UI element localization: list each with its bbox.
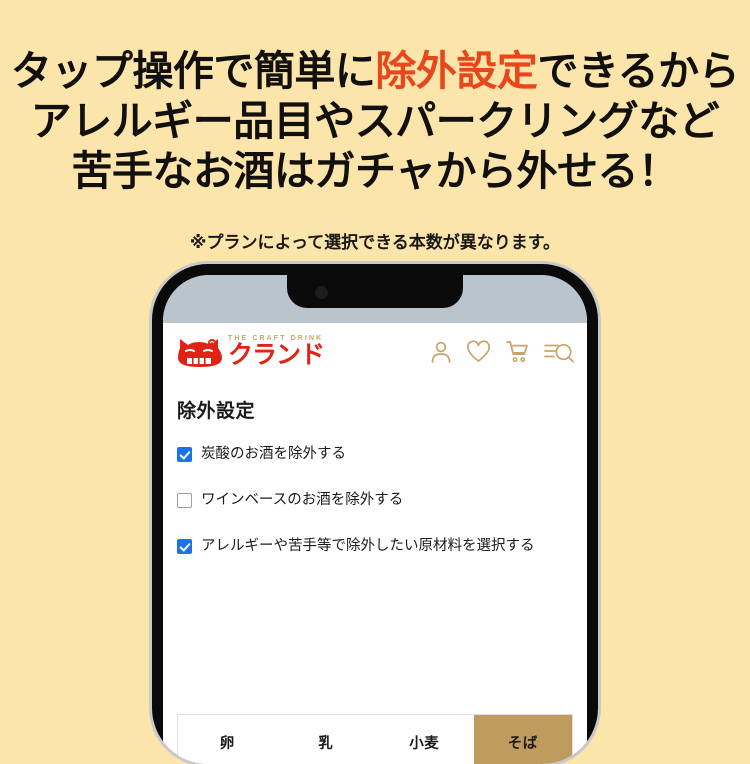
cart-icon[interactable]	[505, 340, 529, 364]
phone-screen: THE CRAFT DRINK クランド 除外設定 炭酸のお酒を除外する ワイン…	[163, 275, 587, 764]
allergen-cell-egg[interactable]: 卵	[178, 715, 277, 764]
menu-search-icon[interactable]	[543, 340, 575, 364]
brand-name: クランド	[228, 341, 325, 369]
front-camera-icon	[315, 286, 328, 299]
page-headline: タップ操作で簡単に除外設定できるから アレルギー品目やスパークリングなど 苦手な…	[0, 46, 750, 196]
checkbox-row-carbonated[interactable]: 炭酸のお酒を除外する	[177, 445, 573, 464]
account-icon[interactable]	[430, 340, 452, 364]
allergen-grid: 卵 乳 小麦 そば 落花生 キウイ ごま バナナ もも りんご 梅 ゼラチン	[178, 715, 572, 764]
checkbox-wine-base[interactable]	[177, 493, 192, 508]
allergen-cell-buckwheat[interactable]: そば	[473, 715, 572, 764]
disclaimer-note: ※プランによって選択できる本数が異なります。	[189, 233, 561, 252]
allergen-cell-wheat[interactable]: 小麦	[375, 715, 474, 764]
checkbox-allergens[interactable]	[177, 539, 192, 554]
headline-line-3: 苦手なお酒はガチャから外せる！	[71, 148, 679, 194]
checkbox-label-allergens: アレルギーや苦手等で除外したい原材料を選択する	[201, 538, 535, 554]
nav-icons	[430, 339, 575, 364]
phone-notch	[287, 275, 463, 308]
headline-line-1: タップ操作で簡単に除外設定できるから	[0, 46, 750, 96]
site-header: THE CRAFT DRINK クランド	[163, 323, 587, 381]
phone-mockup: THE CRAFT DRINK クランド 除外設定 炭酸のお酒を除外する ワイン…	[152, 264, 598, 764]
checkbox-label-wine-base: ワインベースのお酒を除外する	[201, 492, 404, 508]
headline-line-2: アレルギー品目やスパークリングなど	[30, 98, 720, 144]
cat-logo-icon	[178, 338, 222, 367]
headline-line-1-part-b: できるから	[537, 48, 740, 94]
page-title: 除外設定	[177, 401, 256, 422]
headline-accent-text: 除外設定	[375, 48, 538, 94]
checkbox-label-carbonated: 炭酸のお酒を除外する	[201, 446, 346, 462]
brand-logo[interactable]: THE CRAFT DRINK クランド	[177, 334, 325, 370]
favorite-heart-icon[interactable]	[466, 339, 491, 364]
checkbox-row-wine-base[interactable]: ワインベースのお酒を除外する	[177, 491, 573, 510]
allergen-grid-wrapper: 卵 乳 小麦 そば 落花生 キウイ ごま バナナ もも りんご 梅 ゼラチン	[177, 714, 573, 764]
headline-line-1-part-a: タップ操作で簡単に	[10, 48, 376, 94]
allergen-cell-milk[interactable]: 乳	[276, 715, 375, 764]
brand-text: THE CRAFT DRINK クランド	[228, 335, 325, 369]
exclusion-checkbox-list: 炭酸のお酒を除外する ワインベースのお酒を除外する アレルギーや苦手等で除外した…	[163, 445, 587, 556]
exclusion-settings-page: 除外設定 炭酸のお酒を除外する ワインベースのお酒を除外する アレルギーや苦手等…	[163, 380, 587, 764]
checkbox-row-allergens[interactable]: アレルギーや苦手等で除外したい原材料を選択する	[177, 537, 573, 556]
checkbox-carbonated[interactable]	[177, 447, 192, 462]
